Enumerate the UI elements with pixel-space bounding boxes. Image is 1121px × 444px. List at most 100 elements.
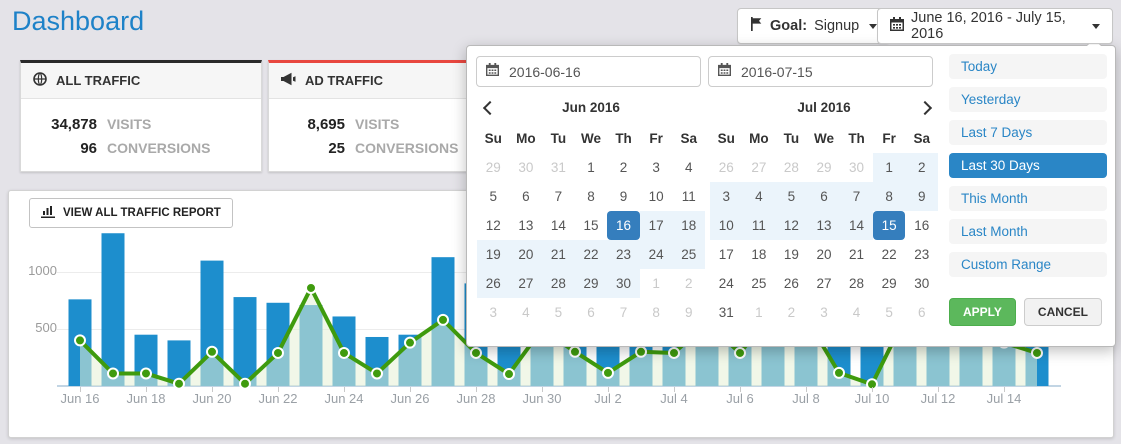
- calendar-day[interactable]: 6: [575, 298, 608, 327]
- date-range-button[interactable]: June 16, 2016 - July 15, 2016: [877, 8, 1113, 44]
- calendar-day[interactable]: 1: [743, 298, 776, 327]
- calendar-day[interactable]: 23: [607, 240, 640, 269]
- calendar-day[interactable]: 23: [905, 240, 938, 269]
- calendar-day[interactable]: 1: [873, 153, 906, 182]
- range-option-last-30-days[interactable]: Last 30 Days: [949, 153, 1107, 178]
- calendar-day[interactable]: 21: [840, 240, 873, 269]
- calendar-day[interactable]: 15: [873, 211, 906, 240]
- calendar-day[interactable]: 2: [775, 298, 808, 327]
- calendar-day[interactable]: 1: [640, 269, 673, 298]
- calendar-day[interactable]: 13: [808, 211, 841, 240]
- calendar-day[interactable]: 20: [510, 240, 543, 269]
- calendar-day[interactable]: 4: [840, 298, 873, 327]
- calendar-day[interactable]: 17: [640, 211, 673, 240]
- range-option-custom-range[interactable]: Custom Range: [949, 252, 1107, 277]
- calendar-day[interactable]: 22: [873, 240, 906, 269]
- start-date-input[interactable]: [507, 63, 691, 81]
- calendar-day[interactable]: 26: [775, 269, 808, 298]
- calendar-day[interactable]: 14: [542, 211, 575, 240]
- chevron-left-icon[interactable]: [483, 101, 497, 115]
- calendar-day[interactable]: 2: [672, 269, 705, 298]
- calendar-day[interactable]: 8: [640, 298, 673, 327]
- calendar-day[interactable]: 29: [575, 269, 608, 298]
- goal-selector-button[interactable]: Goal: Signup: [737, 8, 890, 44]
- calendar-day[interactable]: 18: [672, 211, 705, 240]
- calendar-day[interactable]: 29: [808, 153, 841, 182]
- calendar-day[interactable]: 24: [640, 240, 673, 269]
- calendar-day[interactable]: 4: [672, 153, 705, 182]
- calendar-day[interactable]: 29: [873, 269, 906, 298]
- calendar-day[interactable]: 18: [743, 240, 776, 269]
- calendar-day[interactable]: 30: [840, 153, 873, 182]
- calendar-day[interactable]: 8: [575, 182, 608, 211]
- calendar-day[interactable]: 31: [710, 298, 743, 327]
- calendar-day[interactable]: 3: [710, 182, 743, 211]
- calendar-day[interactable]: 19: [477, 240, 510, 269]
- calendar-day[interactable]: 17: [710, 240, 743, 269]
- calendar-day[interactable]: 4: [510, 298, 543, 327]
- calendar-day[interactable]: 6: [510, 182, 543, 211]
- calendar-day[interactable]: 3: [640, 153, 673, 182]
- chevron-right-icon[interactable]: [918, 101, 932, 115]
- end-date-input[interactable]: [739, 63, 923, 81]
- range-option-last-7-days[interactable]: Last 7 Days: [949, 120, 1107, 145]
- calendar-day[interactable]: 26: [710, 153, 743, 182]
- calendar-day[interactable]: 5: [542, 298, 575, 327]
- calendar-day[interactable]: 11: [672, 182, 705, 211]
- calendar-day[interactable]: 20: [808, 240, 841, 269]
- start-date-field[interactable]: [476, 56, 701, 87]
- calendar-day[interactable]: 3: [808, 298, 841, 327]
- calendar-day[interactable]: 12: [477, 211, 510, 240]
- calendar-day[interactable]: 25: [672, 240, 705, 269]
- calendar-day[interactable]: 28: [542, 269, 575, 298]
- calendar-day[interactable]: 9: [607, 182, 640, 211]
- range-option-last-month[interactable]: Last Month: [949, 219, 1107, 244]
- calendar-day[interactable]: 22: [575, 240, 608, 269]
- calendar-day[interactable]: 9: [672, 298, 705, 327]
- calendar-day[interactable]: 4: [743, 182, 776, 211]
- calendar-day[interactable]: 7: [840, 182, 873, 211]
- range-option-today[interactable]: Today: [949, 54, 1107, 79]
- calendar-day[interactable]: 28: [775, 153, 808, 182]
- calendar-day[interactable]: 11: [743, 211, 776, 240]
- calendar-day[interactable]: 30: [607, 269, 640, 298]
- calendar-day[interactable]: 6: [808, 182, 841, 211]
- view-all-traffic-report-button[interactable]: VIEW ALL TRAFFIC REPORT: [29, 198, 233, 228]
- calendar-day[interactable]: 27: [510, 269, 543, 298]
- calendar-day[interactable]: 3: [477, 298, 510, 327]
- calendar-day[interactable]: 30: [510, 153, 543, 182]
- calendar-day[interactable]: 13: [510, 211, 543, 240]
- calendar-day[interactable]: 5: [873, 298, 906, 327]
- calendar-day[interactable]: 9: [905, 182, 938, 211]
- calendar-day[interactable]: 27: [808, 269, 841, 298]
- cancel-button[interactable]: CANCEL: [1024, 298, 1102, 326]
- calendar-day[interactable]: 1: [575, 153, 608, 182]
- calendar-day[interactable]: 25: [743, 269, 776, 298]
- calendar-day[interactable]: 21: [542, 240, 575, 269]
- calendar-day[interactable]: 19: [775, 240, 808, 269]
- calendar-day[interactable]: 10: [710, 211, 743, 240]
- calendar-day[interactable]: 26: [477, 269, 510, 298]
- calendar-day[interactable]: 2: [905, 153, 938, 182]
- calendar-day[interactable]: 5: [477, 182, 510, 211]
- calendar-day[interactable]: 16: [607, 211, 640, 240]
- calendar-day[interactable]: 6: [905, 298, 938, 327]
- calendar-day[interactable]: 27: [743, 153, 776, 182]
- calendar-day[interactable]: 15: [575, 211, 608, 240]
- calendar-day[interactable]: 31: [542, 153, 575, 182]
- calendar-day[interactable]: 5: [775, 182, 808, 211]
- calendar-day[interactable]: 8: [873, 182, 906, 211]
- calendar-day[interactable]: 12: [775, 211, 808, 240]
- calendar-day[interactable]: 28: [840, 269, 873, 298]
- calendar-day[interactable]: 24: [710, 269, 743, 298]
- apply-button[interactable]: APPLY: [949, 298, 1016, 326]
- calendar-day[interactable]: 7: [542, 182, 575, 211]
- calendar-day[interactable]: 2: [607, 153, 640, 182]
- range-option-yesterday[interactable]: Yesterday: [949, 87, 1107, 112]
- end-date-field[interactable]: [708, 56, 933, 87]
- calendar-day[interactable]: 14: [840, 211, 873, 240]
- calendar-day[interactable]: 10: [640, 182, 673, 211]
- calendar-day[interactable]: 16: [905, 211, 938, 240]
- calendar-day[interactable]: 7: [607, 298, 640, 327]
- calendar-day[interactable]: 30: [905, 269, 938, 298]
